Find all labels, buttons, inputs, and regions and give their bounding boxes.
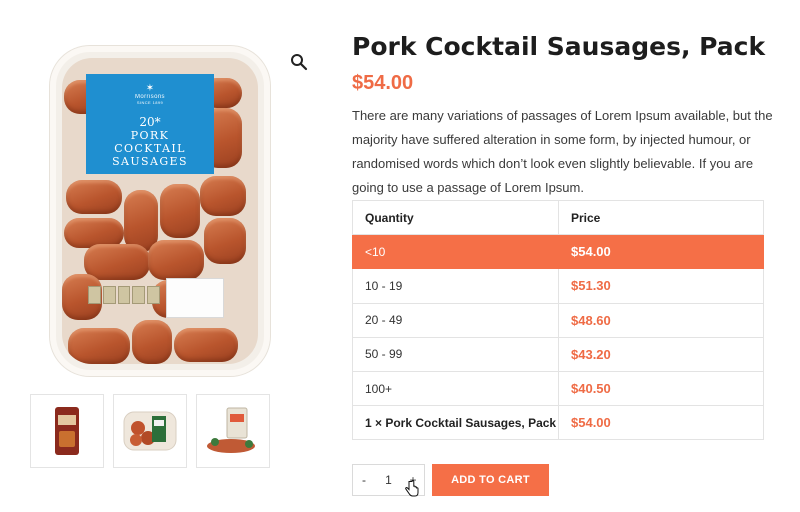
sausage bbox=[160, 184, 200, 238]
sausage bbox=[84, 244, 150, 280]
package-label: ✶ Morrisons SINCE 1899 20* PORK COCKTAIL… bbox=[86, 74, 214, 174]
table-row[interactable]: 100+ $40.50 bbox=[352, 370, 764, 407]
table-summary-row: 1 × Pork Cocktail Sausages, Pack $54.00 bbox=[352, 405, 764, 441]
thumbnail-plated[interactable] bbox=[196, 394, 270, 468]
hand-cursor-icon bbox=[405, 480, 419, 497]
tier-quantity: 50 - 99 bbox=[352, 336, 559, 372]
package-name-line: SAUSAGES bbox=[112, 155, 188, 168]
table-row[interactable]: 20 - 49 $48.60 bbox=[352, 302, 764, 338]
table-row[interactable]: 50 - 99 $43.20 bbox=[352, 336, 764, 372]
nutrition-labels bbox=[88, 286, 160, 304]
tier-quantity: 10 - 19 bbox=[352, 268, 559, 304]
package-name-line: COCKTAIL bbox=[114, 142, 186, 155]
sausage bbox=[66, 180, 122, 214]
thumbnail-tray[interactable] bbox=[113, 394, 187, 468]
tier-quantity: 100+ bbox=[352, 370, 559, 407]
product-main-image[interactable]: ✶ Morrisons SINCE 1899 20* PORK COCKTAIL… bbox=[28, 30, 328, 380]
product-price: $54.00 bbox=[352, 72, 414, 94]
tier-price: $43.20 bbox=[558, 336, 764, 372]
tier-quantity: 20 - 49 bbox=[352, 302, 559, 338]
package-name-line: PORK bbox=[130, 129, 170, 142]
bulk-pricing-table: Quantity Price <10 $54.00 10 - 19 $51.30… bbox=[352, 199, 764, 441]
summary-price: $54.00 bbox=[558, 405, 764, 441]
sausage bbox=[174, 328, 238, 362]
summary-quantity: 1 × Pork Cocktail Sausages, Pack bbox=[352, 405, 559, 441]
sausage bbox=[132, 320, 172, 364]
table-row[interactable]: 10 - 19 $51.30 bbox=[352, 268, 764, 304]
product-title: Pork Cocktail Sausages, Pack bbox=[352, 32, 766, 61]
package-percent: 20* bbox=[139, 115, 161, 129]
quantity-decrease-button[interactable]: - bbox=[353, 473, 375, 487]
brand-since: SINCE 1899 bbox=[136, 100, 164, 105]
column-header-quantity: Quantity bbox=[352, 199, 559, 236]
brand-logo-icon: ✶ bbox=[145, 83, 155, 94]
tier-price: $51.30 bbox=[558, 268, 764, 304]
search-icon[interactable] bbox=[290, 53, 308, 71]
add-to-cart-button[interactable]: ADD TO CART bbox=[432, 464, 549, 496]
sausage bbox=[204, 218, 246, 264]
tier-price: $54.00 bbox=[558, 234, 764, 270]
sausage bbox=[68, 328, 130, 364]
thumbnail-strip bbox=[30, 394, 270, 468]
table-row[interactable]: <10 $54.00 bbox=[352, 234, 764, 270]
table-header-row: Quantity Price bbox=[352, 199, 764, 236]
tier-quantity: <10 bbox=[352, 234, 559, 270]
tier-price: $40.50 bbox=[558, 370, 764, 407]
price-sticker bbox=[166, 278, 224, 318]
quantity-input[interactable]: 1 bbox=[379, 473, 399, 487]
column-header-price: Price bbox=[558, 199, 764, 236]
sausage bbox=[148, 240, 204, 280]
thumbnail-bag[interactable] bbox=[30, 394, 104, 468]
sausage bbox=[200, 176, 246, 216]
product-description: There are many variations of passages of… bbox=[352, 108, 773, 195]
tier-price: $48.60 bbox=[558, 302, 764, 338]
